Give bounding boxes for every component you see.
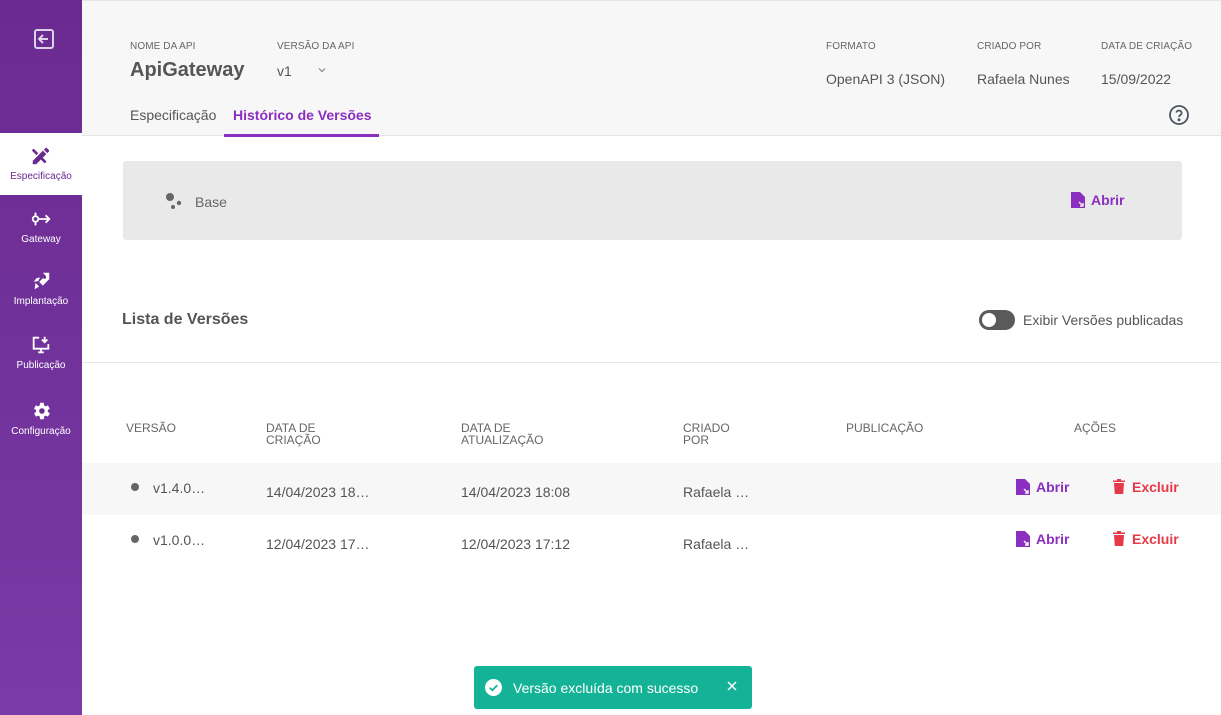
- created-cell: 12/04/2023 17…: [266, 536, 370, 552]
- help-icon[interactable]: [1168, 104, 1190, 126]
- row-delete-button[interactable]: Excluir: [1112, 478, 1179, 495]
- created-at-label: DATA DE CRIAÇÃO: [1101, 41, 1193, 52]
- open-label: Abrir: [1036, 479, 1070, 495]
- sidebar-item-gateway[interactable]: Gateway: [0, 196, 82, 258]
- gateway-icon: [31, 212, 51, 226]
- version-cell: v1.0.0…: [153, 532, 206, 548]
- col-header-created: DATA DE CRIAÇÃO: [266, 421, 321, 447]
- base-panel: Base Abrir: [123, 161, 1182, 240]
- created-by-cell: Rafaela …: [683, 484, 750, 500]
- active-tab-indicator: [224, 134, 379, 137]
- delete-label: Excluir: [1132, 478, 1179, 495]
- sidebar-item-label: Publicação: [16, 360, 66, 371]
- divider: [82, 362, 1221, 363]
- version-cell: v1.4.0…: [153, 480, 206, 496]
- updated-cell: 14/04/2023 18:08: [461, 484, 570, 500]
- table-row: v1.4.0… 14/04/2023 18… 14/04/2023 18:08 …: [82, 463, 1221, 515]
- col-header-version: VERSÃO: [126, 421, 177, 435]
- sidebar-item-configuracao[interactable]: Configuração: [0, 388, 82, 450]
- sidebar-item-label: Implantação: [13, 296, 69, 307]
- sidebar-item-publicacao[interactable]: Publicação: [0, 322, 82, 384]
- created-cell: 14/04/2023 18…: [266, 484, 370, 500]
- sidebar-item-label: Especificação: [10, 171, 72, 182]
- pencil-ruler-icon: [31, 147, 50, 165]
- api-version-label: VERSÃO DA API: [277, 41, 355, 52]
- trash-icon: [1113, 531, 1125, 546]
- open-label: Abrir: [1036, 531, 1070, 547]
- gear-icon: [34, 402, 50, 420]
- rocket-icon: [33, 272, 50, 290]
- table-row: v1.0.0… 12/04/2023 17… 12/04/2023 17:12 …: [82, 515, 1221, 567]
- api-name-label: NOME DA API: [130, 41, 196, 52]
- versions-list-title: Lista de Versões: [122, 311, 249, 328]
- row-delete-button[interactable]: Excluir: [1112, 530, 1179, 547]
- format-value: OpenAPI 3 (JSON): [826, 71, 946, 87]
- sidebar-item-label: Configuração: [11, 426, 71, 437]
- col-header-updated: DATA DE ATUALIZAÇÃO: [461, 421, 544, 447]
- trash-icon: [1113, 479, 1125, 494]
- base-label: Base: [195, 194, 227, 210]
- api-version-select[interactable]: v1: [277, 63, 326, 79]
- tab-especificacao[interactable]: Especificação: [130, 107, 216, 123]
- created-by-value: Rafaela Nunes: [977, 71, 1070, 87]
- delete-label: Excluir: [1132, 530, 1179, 547]
- sidebar-item-especificacao[interactable]: Especificação: [0, 133, 82, 195]
- sidebar-item-label: Gateway: [21, 234, 61, 245]
- chevron-down-icon: [318, 68, 326, 73]
- file-open-icon: [1016, 479, 1030, 495]
- monitor-download-icon: [32, 336, 50, 354]
- toast-message: Versão excluída com sucesso: [513, 680, 699, 696]
- exit-icon[interactable]: [32, 27, 56, 51]
- close-icon[interactable]: [726, 680, 738, 692]
- format-label: FORMATO: [826, 41, 876, 52]
- api-version-value: v1: [277, 63, 292, 79]
- show-published-toggle[interactable]: [979, 310, 1015, 330]
- updated-cell: 12/04/2023 17:12: [461, 536, 570, 552]
- status-dot: [131, 535, 139, 543]
- col-header-publication: PUBLICAÇÃO: [846, 421, 924, 435]
- sidebar-item-implantacao[interactable]: Implantação: [0, 258, 82, 320]
- created-by-label: CRIADO POR: [977, 41, 1042, 52]
- sidebar: Especificação Gateway Implantação Public…: [0, 0, 82, 715]
- row-open-button[interactable]: Abrir: [1015, 478, 1069, 496]
- file-open-icon: [1071, 192, 1085, 208]
- api-header: NOME DA API ApiGateway VERSÃO DA API v1 …: [82, 0, 1221, 137]
- tab-historico-versoes[interactable]: Histórico de Versões: [233, 107, 372, 123]
- created-by-cell: Rafaela …: [683, 536, 750, 552]
- created-at-value: 15/09/2022: [1101, 71, 1172, 87]
- file-open-icon: [1016, 531, 1030, 547]
- row-open-button[interactable]: Abrir: [1015, 530, 1069, 548]
- status-dot: [131, 483, 139, 491]
- open-label: Abrir: [1091, 192, 1125, 208]
- success-toast: Versão excluída com sucesso: [474, 666, 752, 709]
- col-header-actions: AÇÕES: [1074, 421, 1117, 435]
- col-header-created-by: CRIADO POR: [683, 421, 730, 447]
- base-dots-icon: [166, 193, 182, 209]
- check-circle-icon: [485, 679, 502, 696]
- base-open-button[interactable]: Abrir: [1070, 191, 1124, 209]
- show-published-label: Exibir Versões publicadas: [1023, 312, 1184, 328]
- api-name: ApiGateway: [130, 59, 245, 81]
